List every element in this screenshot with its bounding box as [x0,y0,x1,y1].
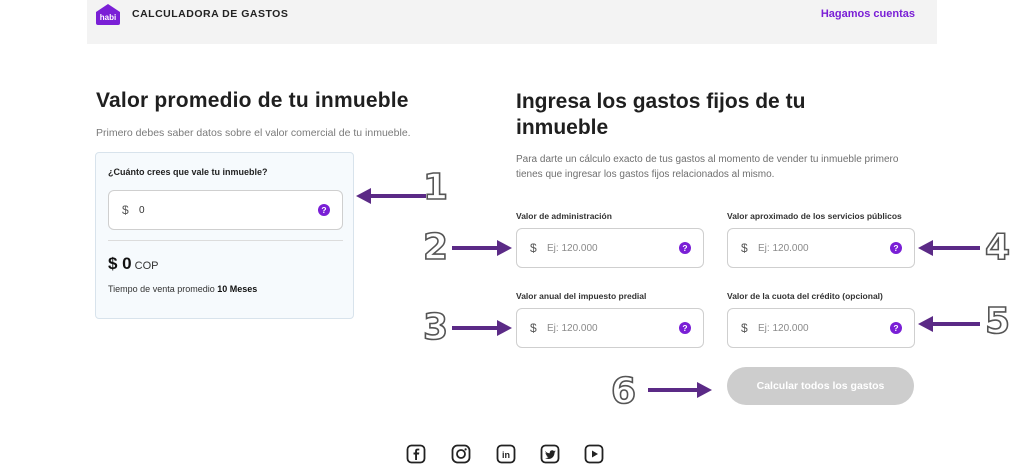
administration-field[interactable]: $ ? [516,228,704,268]
annotation-number-4: 4 [984,227,1011,268]
arrow-left-icon [918,316,980,332]
property-tax-field[interactable]: $ ? [516,308,704,348]
dollar-icon: $ [530,321,537,335]
habi-logo[interactable]: habi [95,3,121,26]
credit-installment-field[interactable]: $ ? [727,308,915,348]
annotation-number-3: 3 [422,307,449,348]
credit-installment-label: Valor de la cuota del crédito (opcional) [727,291,883,301]
dollar-icon: $ [530,241,537,255]
arrow-left-icon [918,240,980,256]
svg-text:in: in [502,450,510,460]
dollar-icon: $ [122,203,129,217]
calculate-expenses-button[interactable]: Calcular todos los gastos [727,367,914,405]
card-divider [108,240,343,241]
logo-text: habi [100,13,116,22]
arrow-right-icon [452,320,512,336]
help-icon[interactable]: ? [679,322,691,334]
header-bar: habi CALCULADORA DE GASTOS Hagamos cuent… [87,0,937,44]
linkedin-icon[interactable]: in [496,444,516,464]
property-value-card: ¿Cuánto crees que vale tu inmueble? $ ? … [95,152,354,319]
property-tax-input[interactable] [547,320,657,337]
credit-installment-input[interactable] [758,320,868,337]
arrow-left-icon [356,188,426,204]
arrow-right-icon [648,382,712,398]
administration-input[interactable] [547,240,657,257]
average-sale-time: Tiempo de venta promedio 10 Meses [108,284,257,294]
help-icon[interactable]: ? [890,242,902,254]
help-icon[interactable]: ? [890,322,902,334]
dollar-icon: $ [741,241,748,255]
public-services-field[interactable]: $ ? [727,228,915,268]
help-icon[interactable]: ? [318,204,330,216]
administration-label: Valor de administración [516,211,612,221]
dollar-icon: $ [741,321,748,335]
public-services-label: Valor aproximado de los servicios públic… [727,211,902,221]
amount-value: $ 0 [108,254,132,273]
estimated-amount: $ 0 COP [108,254,158,274]
property-value-input[interactable] [139,202,249,219]
property-value-question: ¿Cuánto crees que vale tu inmueble? [108,167,268,177]
facebook-icon[interactable] [406,444,426,464]
right-section-title: Ingresa los gastos fijos de tu inmueble [516,90,806,139]
twitter-icon[interactable] [540,444,560,464]
sale-time-label: Tiempo de venta promedio [108,284,215,294]
app-title: CALCULADORA DE GASTOS [132,8,289,20]
hagamos-cuentas-link[interactable]: Hagamos cuentas [821,8,915,20]
currency-code: COP [134,260,159,272]
right-section-description: Para darte un cálculo exacto de tus gast… [516,154,899,180]
left-section-title: Valor promedio de tu inmueble [96,89,409,112]
annotation-number-5: 5 [984,301,1011,342]
arrow-right-icon [452,240,512,256]
youtube-icon[interactable] [584,444,604,464]
annotation-number-2: 2 [422,227,449,268]
property-tax-label: Valor anual del impuesto predial [516,291,647,301]
help-icon[interactable]: ? [679,242,691,254]
sale-time-value: 10 Meses [217,284,258,294]
left-section-subtitle: Primero debes saber datos sobre el valor… [96,127,411,139]
instagram-icon[interactable] [451,444,471,464]
annotation-number-6: 6 [610,371,637,412]
public-services-input[interactable] [758,240,868,257]
property-value-field[interactable]: $ ? [108,190,343,230]
